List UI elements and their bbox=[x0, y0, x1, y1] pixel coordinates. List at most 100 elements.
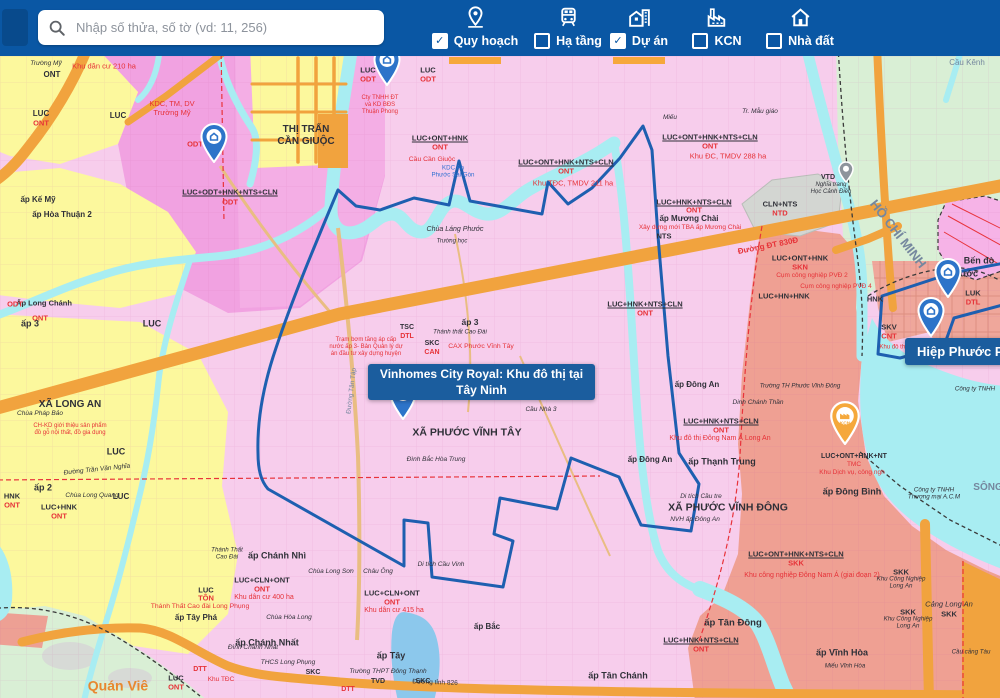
dot-pin-ben-do[interactable] bbox=[838, 161, 854, 188]
checkbox-factory[interactable] bbox=[692, 33, 708, 49]
checkbox-map-pin[interactable]: ✓ bbox=[432, 33, 448, 49]
map-label: ấp Bắc bbox=[474, 622, 500, 632]
map-label: ấp 3 bbox=[461, 317, 478, 327]
map-label: Khu Dịch vụ, công ngh bbox=[819, 469, 884, 477]
map-label: LUK bbox=[965, 289, 980, 298]
tab-tram[interactable]: Hạ tầng bbox=[536, 3, 600, 56]
tab-label: KCN bbox=[714, 34, 741, 48]
map-label: LUC+HNK+NTS+CLN bbox=[607, 300, 682, 309]
map-label: SÔNG bbox=[973, 482, 1000, 494]
map-label: Thánh thất Cao Đài bbox=[433, 328, 487, 335]
map-label: Cảng Long An bbox=[925, 600, 973, 609]
factory-icon bbox=[705, 5, 730, 30]
svg-text:KCN: KCN bbox=[840, 421, 851, 427]
map-label: Trạm bơm tăng áp cấp nước ấp 3- Bản Quản… bbox=[329, 337, 402, 359]
map-label: Tr. Mẫu giáo bbox=[742, 108, 778, 116]
map-label: ấp Đông An bbox=[628, 455, 673, 465]
map-label: LUC+ODT+HNK+NTS+CLN bbox=[182, 188, 277, 197]
map-label: THỊ TRẤN CẦN GIUỘC bbox=[277, 124, 334, 148]
map-label: Công ty TNHH bbox=[955, 385, 995, 392]
map-label: SKC bbox=[416, 678, 431, 686]
map-label: Ấp Long Chánh bbox=[16, 299, 72, 308]
map-label: NVH ấp Đông An bbox=[670, 516, 720, 524]
map-label: ấp Đông An bbox=[675, 380, 720, 390]
map-label: Quán Viê bbox=[88, 678, 148, 695]
map-label: ONT bbox=[33, 119, 49, 128]
map-label: LUC+CLN+ONT bbox=[234, 576, 289, 585]
map-label: SKC bbox=[425, 340, 440, 348]
map-label: ODT bbox=[222, 198, 238, 207]
map-label: DTT bbox=[341, 686, 355, 694]
map-label: LUC+HNK+NTS+CLN bbox=[663, 636, 738, 645]
map-label: Thánh Thất Cao Đài bbox=[211, 547, 243, 562]
map-label: LUC+HNK bbox=[41, 503, 77, 512]
map-label: Khu Công Nghiệp Long An bbox=[884, 616, 933, 631]
map-label: Chùa Hòa Long bbox=[266, 614, 312, 622]
map-label: ONT bbox=[44, 70, 61, 80]
map-label: ấp Tân Đông bbox=[704, 617, 762, 628]
tab-building[interactable]: ✓ Dự án bbox=[608, 3, 670, 56]
tab-factory[interactable]: KCN bbox=[690, 3, 744, 56]
map-label: ấp Tây bbox=[377, 651, 406, 662]
map-label: LUC+HN+HNK bbox=[758, 292, 809, 301]
tab-house[interactable]: Nhà đất bbox=[756, 3, 844, 56]
checkbox-house[interactable] bbox=[766, 33, 782, 49]
map-label: ODT bbox=[7, 300, 23, 309]
map-canvas[interactable]: THỊ TRẤN CẦN GIUỘCXÃ LONG ANXÃ PHƯỚC VĨN… bbox=[0, 56, 1000, 698]
map-label: Dinh Chánh Thần bbox=[733, 399, 784, 407]
map-label: KDC An Phước Sài Gòn bbox=[432, 165, 475, 180]
map-label: Cụm công nghiệp PVĐ 4 bbox=[800, 283, 872, 291]
map-label: ước bbox=[960, 269, 978, 280]
map-label: Di tích Cầu Vinh bbox=[418, 561, 465, 569]
map-label: ấp Chánh Nhì bbox=[248, 551, 306, 562]
tab-label: Hạ tầng bbox=[556, 34, 602, 48]
project-tooltip-vinhomes[interactable]: Vinhomes City Royal: Khu đô thị tại Tây … bbox=[368, 364, 595, 400]
map-label: LUC bbox=[143, 319, 162, 330]
map-label: NTD bbox=[772, 209, 787, 218]
tab-label: Dự án bbox=[632, 34, 668, 48]
tab-map-pin[interactable]: ✓Quy hoạch bbox=[436, 3, 514, 56]
map-label: Trường Mỹ bbox=[30, 60, 61, 68]
map-label: Chùa Pháp Bảo bbox=[17, 410, 63, 418]
map-label: Miếu bbox=[663, 114, 677, 122]
map-label: Khu TĐC bbox=[208, 676, 235, 684]
map-label: SKN bbox=[792, 263, 808, 272]
project-tooltip-hiep-phuoc[interactable]: Hiệp Phước Pren bbox=[905, 338, 1000, 365]
map-label: Chùa Long Sơn bbox=[308, 568, 354, 576]
map-label: ONT bbox=[432, 143, 448, 152]
map-label: THCS Long Phụng bbox=[261, 659, 316, 667]
map-label: LUC+ONT+HNK+NTS+CLN bbox=[518, 158, 613, 167]
map-label: ONT bbox=[4, 501, 20, 510]
map-label: SKK bbox=[788, 559, 804, 568]
layer-tabs: ✓Quy hoạch Hạ tầng ✓ Dự án KCN Nhà đất bbox=[0, 0, 1000, 56]
map-label: SKV bbox=[881, 323, 896, 332]
map-label: ấp Thạnh Trung bbox=[688, 457, 756, 468]
checkbox-building[interactable]: ✓ bbox=[610, 33, 626, 49]
tab-label: Nhà đất bbox=[788, 34, 834, 48]
map-label: NTS bbox=[657, 232, 672, 241]
map-label: LUC+ONT+HNK+NTS+CLN bbox=[748, 550, 843, 559]
house-icon bbox=[788, 5, 813, 30]
map-label: Công ty TNHH Thương mại A.C.M bbox=[908, 487, 960, 502]
project-pin-can-giuoc[interactable] bbox=[200, 123, 228, 168]
map-label: Cầu Cần Giuộc bbox=[409, 156, 455, 164]
map-label: ấp Hòa Thuận 2 bbox=[32, 210, 92, 220]
map-label: LUC+HNK+NTS+CLN bbox=[683, 417, 758, 426]
active-tab-indicator bbox=[449, 57, 501, 64]
project-building-icon bbox=[627, 5, 652, 30]
checkbox-tram[interactable] bbox=[534, 33, 550, 49]
map-label: Cầu Nhà 3 bbox=[525, 406, 556, 414]
project-pin-hiep-phuoc-2[interactable] bbox=[917, 297, 945, 342]
project-pin-top[interactable] bbox=[373, 56, 401, 91]
industry-pin-kcn-dong-nam-a[interactable]: KCN bbox=[829, 401, 861, 450]
map-label: Cầu Kênh bbox=[949, 58, 985, 68]
map-label: ấp Đông Bình bbox=[823, 487, 882, 498]
map-label: Đường Tân Tập bbox=[345, 368, 358, 415]
map-label: Khu ĐC, TMDV 288 ha bbox=[690, 152, 767, 161]
map-label: HNK bbox=[867, 295, 883, 304]
map-label: ấp Tân Chánh bbox=[588, 671, 648, 682]
map-label: LUC+HNK+NTS+CLN bbox=[656, 198, 731, 207]
map-label: DTT bbox=[193, 666, 207, 674]
tram-icon bbox=[556, 5, 581, 30]
map-label: Trường THPT Đông Thạnh bbox=[349, 668, 426, 676]
